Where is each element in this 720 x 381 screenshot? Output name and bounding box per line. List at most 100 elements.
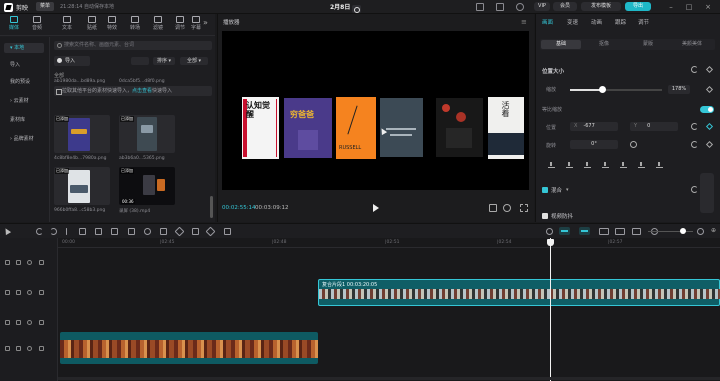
split-left-icon[interactable]	[79, 228, 86, 235]
search-input[interactable]: 搜索文件名称、画面元素、台词	[54, 41, 212, 50]
timeline-zoom-handle[interactable]	[680, 228, 686, 234]
tab-transition[interactable]: 转场	[123, 15, 147, 35]
audio-mute-icon[interactable]	[27, 260, 32, 265]
subtab-beauty[interactable]: 美颜美体	[672, 40, 712, 49]
layout-icon[interactable]	[476, 3, 484, 11]
tab-text[interactable]: 文本	[55, 15, 79, 35]
audio-mute-icon[interactable]	[27, 320, 32, 325]
view-toggle-icon[interactable]	[131, 57, 149, 65]
audio-mute-icon[interactable]	[27, 290, 32, 295]
blend-checkbox[interactable]	[542, 187, 548, 193]
reset-icon[interactable]	[691, 186, 698, 193]
tab-tracking[interactable]: 跟踪	[615, 18, 626, 26]
main-track-magnet-icon[interactable]	[559, 227, 570, 235]
publish-template-button[interactable]: 发布模板	[581, 2, 621, 11]
subtab-cutout[interactable]: 抠像	[584, 40, 624, 49]
media-thumbnail[interactable]: 已添加	[54, 115, 110, 153]
playhead-handle[interactable]	[547, 239, 554, 246]
sidebar-item-library[interactable]: 素材库	[4, 115, 44, 125]
menu-button[interactable]: 菜单	[36, 2, 54, 11]
microphone-icon[interactable]	[546, 228, 553, 235]
position-y-field[interactable]: Y0	[630, 122, 678, 131]
membership-button[interactable]: 会员	[553, 2, 577, 11]
align-center-v-icon[interactable]	[620, 161, 627, 168]
split-icon[interactable]	[66, 228, 67, 235]
tab-audio[interactable]: 音频	[25, 15, 49, 35]
tab-animation[interactable]: 动画	[591, 18, 602, 26]
reverse-icon[interactable]	[144, 228, 151, 235]
uniform-scale-toggle[interactable]	[700, 106, 714, 113]
media-thumbnail[interactable]: 已添加	[119, 115, 175, 153]
tab-speed[interactable]: 变速	[567, 18, 578, 26]
project-title[interactable]: 2月8日	[330, 2, 350, 11]
auto-snap-icon[interactable]	[579, 227, 590, 235]
properties-scroll-control[interactable]	[700, 173, 714, 213]
align-left-icon[interactable]	[548, 161, 555, 168]
tab-caption[interactable]: 字幕	[188, 15, 204, 35]
fullscreen-icon[interactable]	[520, 204, 528, 212]
track-menu-icon[interactable]	[39, 260, 44, 265]
player-menu-icon[interactable]: ≡	[521, 18, 527, 26]
reset-icon[interactable]	[691, 141, 698, 148]
filter-button[interactable]: 全部 ▾	[180, 57, 208, 65]
align-right-icon[interactable]	[584, 161, 591, 168]
sidebar-item-local[interactable]: ▾ 本地	[4, 43, 44, 53]
reset-icon[interactable]	[691, 123, 698, 130]
ratio-icon[interactable]	[503, 204, 511, 212]
fit-icon[interactable]	[192, 228, 199, 235]
align-center-h-icon[interactable]	[566, 161, 573, 168]
sidebar-item-presets[interactable]: 我的预设	[4, 77, 44, 87]
vip-button[interactable]: VIP	[534, 2, 550, 11]
fit-timeline-icon[interactable]: ⊕	[711, 228, 718, 235]
split-right-icon[interactable]	[95, 228, 102, 235]
lock-icon[interactable]	[5, 346, 10, 351]
subtab-mask[interactable]: 蒙版	[628, 40, 668, 49]
freeze-icon[interactable]	[128, 228, 135, 235]
eye-icon[interactable]	[16, 290, 21, 295]
preview-axis-icon[interactable]	[615, 228, 625, 235]
preview-canvas[interactable]: 认知觉醒 穷爸爸 RUSSELL 活着	[222, 31, 529, 190]
shortcut-icon[interactable]	[496, 3, 504, 11]
sort-button[interactable]: 排序 ▾	[153, 57, 175, 65]
track-menu-icon[interactable]	[39, 320, 44, 325]
lock-icon[interactable]	[5, 320, 10, 325]
rotate-icon[interactable]	[630, 141, 637, 148]
delete-icon[interactable]	[111, 228, 118, 235]
sidebar-item-cloud[interactable]: › 云素材	[4, 96, 44, 106]
maximize-icon[interactable]: □	[685, 3, 693, 11]
crop-clip-icon[interactable]	[224, 228, 231, 235]
timeline-scrollbar[interactable]	[58, 377, 720, 380]
align-distribute-icon[interactable]	[656, 161, 663, 168]
screenshot-icon[interactable]	[352, 5, 361, 13]
rotation-field[interactable]: 0°	[570, 140, 618, 149]
banner-link[interactable]: 点击查看	[132, 88, 152, 94]
redo-icon[interactable]	[50, 228, 57, 235]
scale-value-field[interactable]: 178%	[668, 85, 690, 94]
import-button[interactable]: 导入	[54, 56, 90, 66]
sidebar-item-brand[interactable]: › 品牌素材	[4, 134, 44, 144]
zoom-out-icon[interactable]	[632, 228, 641, 235]
media-thumbnail[interactable]: 已添加 00:36	[119, 167, 175, 205]
undo-icon[interactable]	[36, 228, 43, 235]
playhead[interactable]	[550, 238, 551, 381]
lock-icon[interactable]	[5, 290, 10, 295]
subtab-basic[interactable]: 基础	[541, 40, 581, 49]
tab-filter[interactable]: 滤镜	[146, 15, 170, 35]
sidebar-item-import[interactable]: 导入	[4, 60, 44, 70]
tab-effects[interactable]: 特效	[100, 15, 124, 35]
eye-icon[interactable]	[16, 320, 21, 325]
align-bottom-icon[interactable]	[638, 161, 645, 168]
avatar[interactable]	[516, 3, 524, 11]
more-tabs-icon[interactable]: »	[203, 18, 208, 27]
media-scrollbar[interactable]	[210, 196, 213, 218]
media-thumbnail[interactable]: 已添加	[54, 167, 110, 205]
eye-icon[interactable]	[16, 260, 21, 265]
track-menu-icon[interactable]	[39, 290, 44, 295]
chevron-down-icon[interactable]: ▾	[566, 187, 569, 193]
mirror-icon[interactable]	[160, 228, 167, 235]
crop-icon[interactable]	[489, 204, 497, 212]
position-x-field[interactable]: X -677	[570, 122, 618, 131]
tab-picture[interactable]: 画面	[542, 18, 553, 26]
eye-icon[interactable]	[16, 346, 21, 351]
export-button[interactable]: 导出	[625, 2, 651, 11]
